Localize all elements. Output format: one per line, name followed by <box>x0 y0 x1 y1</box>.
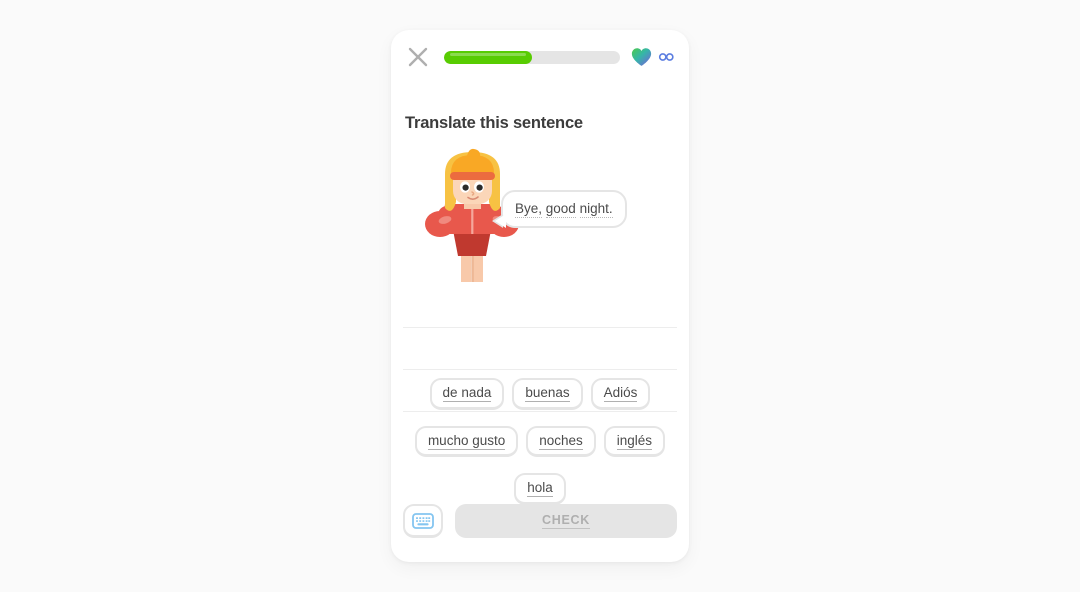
app-root: Translate this sentence Bye, good night.… <box>0 0 1080 592</box>
word-tile[interactable]: Adiós <box>590 378 651 410</box>
lesson-progress-fill <box>444 50 532 64</box>
hearts-indicator[interactable] <box>631 47 675 67</box>
exercise-title: Translate this sentence <box>405 114 583 132</box>
word-tile-label: inglés <box>616 432 653 450</box>
check-button-label: CHECK <box>542 513 590 529</box>
lesson-progress-bar <box>444 50 620 64</box>
check-button[interactable]: CHECK <box>455 504 677 538</box>
word-tile-label: Adiós <box>603 385 638 402</box>
heart-icon <box>631 48 652 66</box>
word-tile[interactable]: inglés <box>603 425 666 458</box>
prompt-word[interactable]: night. <box>579 201 613 218</box>
exercise-footer: CHECK <box>403 504 677 538</box>
word-tile[interactable]: buenas <box>512 378 583 410</box>
answer-line[interactable] <box>403 286 677 328</box>
prompt-word[interactable]: good <box>545 201 576 218</box>
word-tile-label: de nada <box>442 385 492 402</box>
word-tile-label: buenas <box>525 385 570 402</box>
word-tile[interactable]: mucho gusto <box>414 425 519 458</box>
word-tile[interactable]: de nada <box>429 378 505 410</box>
prompt-speech-bubble: Bye, good night. <box>492 190 627 228</box>
bubble-tail-inner <box>495 214 506 228</box>
exercise-header <box>391 30 689 84</box>
word-tile-label: hola <box>527 480 553 498</box>
answer-line[interactable] <box>403 328 677 370</box>
word-tile[interactable]: noches <box>526 425 596 458</box>
word-tile[interactable]: hola <box>514 473 566 505</box>
word-tile-label: noches <box>539 432 583 450</box>
exercise-scene: Bye, good night. <box>403 146 677 286</box>
word-tile-label: mucho gusto <box>427 432 506 450</box>
keyboard-icon <box>412 512 434 529</box>
word-bank: de nada buenas Adiós mucho gusto noches inglé… <box>403 378 677 513</box>
close-icon[interactable] <box>405 44 431 70</box>
prompt-word[interactable]: Bye, <box>515 201 543 218</box>
exercise-card: Translate this sentence Bye, good night.… <box>391 30 689 562</box>
infinity-icon <box>658 53 674 61</box>
keyboard-toggle-button[interactable] <box>403 504 443 538</box>
